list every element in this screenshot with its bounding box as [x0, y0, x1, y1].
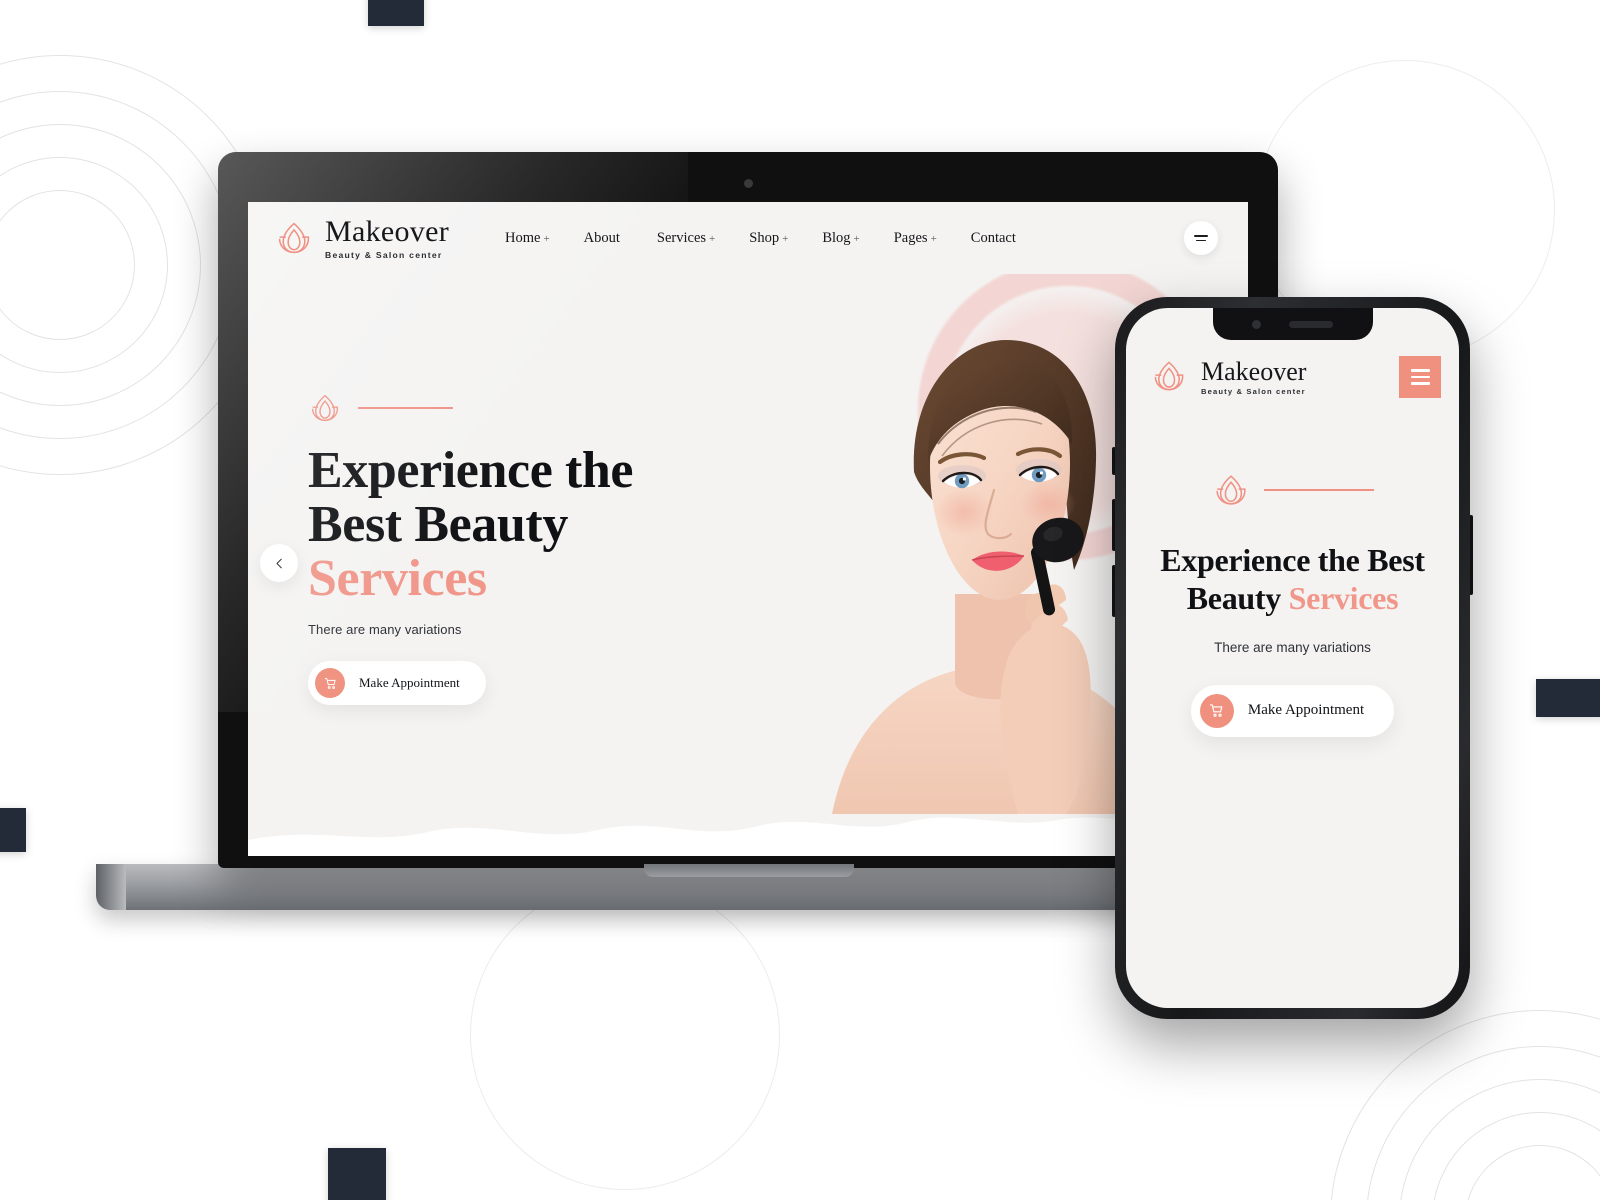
laptop-screen-content: Makeover Beauty & Salon center Home + Abo…: [248, 202, 1248, 856]
decorative-rings-bottom-right: [1330, 1010, 1600, 1200]
main-navigation: Home + About Services + Shop + Blog + Pa…: [505, 230, 1019, 247]
phone-front-camera-icon: [1252, 319, 1261, 329]
hamburger-icon[interactable]: [1399, 356, 1441, 398]
phone-hero-title-accent: Services: [1288, 579, 1399, 616]
hamburger-icon[interactable]: [1184, 221, 1218, 255]
nav-item-about[interactable]: About: [584, 230, 623, 247]
chevron-plus-icon: +: [853, 232, 860, 245]
hero-eyebrow: [308, 392, 868, 424]
nav-item-contact[interactable]: Contact: [971, 230, 1019, 247]
phone-frame: Makeover Beauty & Salon center Experienc…: [1115, 297, 1470, 1019]
hero-subtitle: There are many variations: [308, 622, 462, 638]
chevron-plus-icon: +: [709, 232, 716, 245]
laptop-webcam-icon: [744, 179, 753, 188]
brand-tagline: Beauty & Salon center: [325, 249, 443, 260]
phone-brand-name: Makeover: [1201, 356, 1307, 386]
phone-make-appointment-button[interactable]: Make Appointment: [1190, 684, 1395, 737]
make-appointment-label: Make Appointment: [359, 675, 460, 691]
hero-section: Experience the Best Beauty Services Ther…: [248, 274, 1248, 856]
slider-prev-button[interactable]: [260, 544, 298, 582]
hero-title-line-2: Best Beauty: [308, 496, 568, 554]
make-appointment-button[interactable]: Make Appointment: [308, 661, 486, 706]
nav-label: Blog: [822, 229, 851, 246]
hero-eyebrow-line: [358, 407, 453, 409]
phone-hero-subtitle: There are many variations: [1214, 639, 1371, 655]
nav-item-services[interactable]: Services +: [657, 230, 715, 247]
lotus-icon: [274, 220, 314, 256]
nav-label: Pages: [893, 229, 928, 246]
chevron-plus-icon: +: [543, 232, 550, 245]
shopping-cart-icon: [1199, 693, 1234, 728]
phone-hero-title: Experience the Best Beauty Services: [1152, 542, 1433, 618]
site-header: Makeover Beauty & Salon center Home + Abo…: [248, 202, 1248, 274]
hero-torn-paper-edge: [248, 817, 1248, 856]
laptop-base-notch: [644, 864, 854, 877]
nav-label: Contact: [970, 229, 1016, 246]
phone-earpiece-speaker: [1289, 320, 1333, 328]
lotus-icon: [308, 392, 342, 424]
brand-name: Makeover: [325, 214, 450, 248]
decorative-square-right: [1536, 679, 1600, 717]
nav-item-pages[interactable]: Pages +: [894, 230, 937, 247]
nav-item-blog[interactable]: Blog +: [822, 230, 859, 247]
nav-item-home[interactable]: Home +: [505, 230, 550, 247]
phone-hero-eyebrow: [1152, 472, 1433, 508]
nav-label: Services: [656, 229, 707, 246]
decorative-square-bottom: [328, 1148, 386, 1200]
chevron-left-icon: [275, 558, 282, 568]
chevron-plus-icon: +: [930, 232, 937, 245]
decorative-square-left: [0, 808, 26, 852]
brand-logo[interactable]: Makeover Beauty & Salon center: [274, 214, 450, 260]
phone-make-appointment-label: Make Appointment: [1247, 702, 1365, 718]
phone-hero-eyebrow-line: [1263, 489, 1374, 491]
phone-brand-logo[interactable]: Makeover Beauty & Salon center: [1150, 356, 1307, 396]
phone-mockup: Makeover Beauty & Salon center Experienc…: [1112, 297, 1473, 1019]
nav-label: Shop: [749, 229, 780, 246]
lotus-icon: [1212, 472, 1250, 508]
hero-title-accent: Services: [308, 550, 487, 608]
nav-label: Home: [505, 229, 541, 246]
decorative-square-top: [368, 0, 424, 26]
mockup-canvas: Makeover Beauty & Salon center Home + Abo…: [0, 0, 1600, 1200]
phone-hero-title-line-2: Beauty: [1186, 579, 1282, 616]
hero-copy: Experience the Best Beauty Services Ther…: [308, 392, 868, 706]
phone-hero-section: Experience the Best Beauty Services Ther…: [1126, 398, 1459, 737]
shopping-cart-icon: [315, 668, 345, 699]
nav-label: About: [583, 229, 620, 246]
decorative-circle-center: [470, 880, 780, 1190]
phone-hero-title-line-1: Experience the Best: [1160, 542, 1425, 578]
hero-title: Experience the Best Beauty Services: [308, 442, 868, 608]
phone-notch: [1212, 308, 1373, 340]
chevron-plus-icon: +: [782, 232, 789, 245]
phone-brand-tagline: Beauty & Salon center: [1201, 386, 1306, 396]
phone-screen-content: Makeover Beauty & Salon center Experienc…: [1126, 308, 1459, 1008]
hero-title-line-1: Experience the: [308, 442, 634, 499]
nav-item-shop[interactable]: Shop +: [749, 230, 788, 247]
lotus-icon: [1150, 359, 1190, 395]
